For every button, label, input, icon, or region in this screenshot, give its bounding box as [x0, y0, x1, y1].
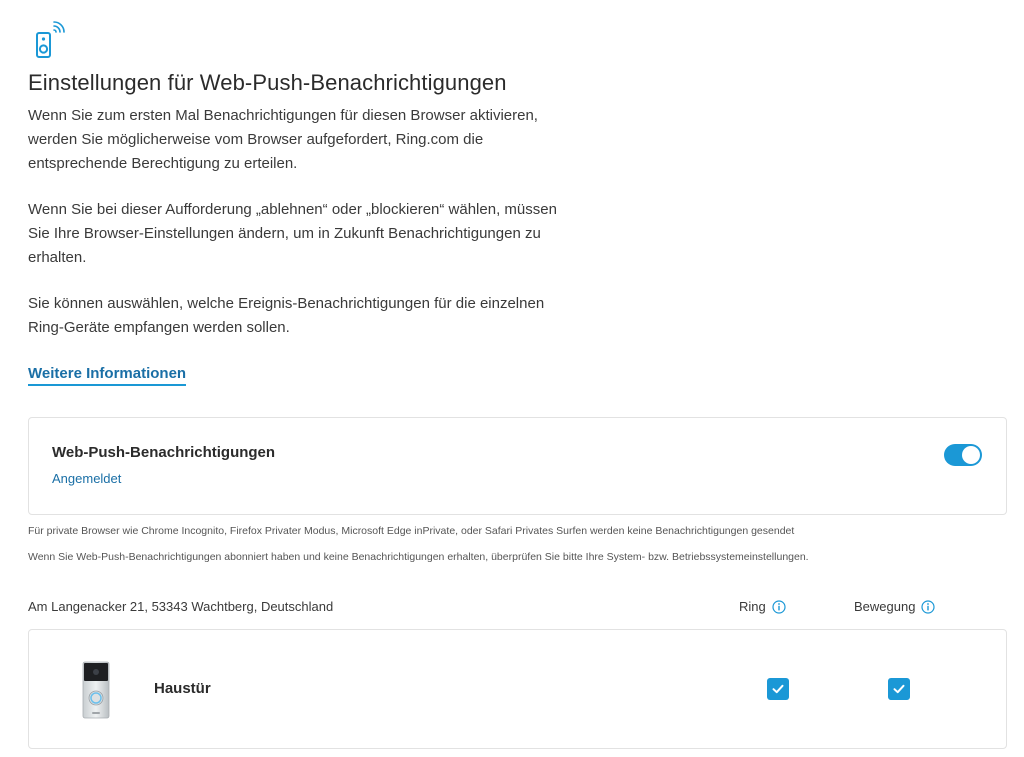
private-browser-note: Für private Browser wie Chrome Incognito… — [28, 525, 795, 537]
intro-paragraph-permission: Wenn Sie zum ersten Mal Benachrichtigung… — [28, 107, 538, 172]
column-header-motion: Bewegung — [854, 599, 936, 614]
toggle-knob — [962, 446, 980, 464]
more-info-link[interactable]: Weitere Informationen — [28, 365, 187, 386]
device-name: Haustür — [154, 680, 211, 697]
device-row: Haustür — [28, 629, 1007, 749]
column-motion-label: Bewegung — [854, 599, 916, 614]
ring-checkbox[interactable] — [767, 678, 789, 700]
web-push-status: Angemeldet — [52, 471, 122, 486]
doorbell-wifi-icon — [36, 20, 68, 60]
web-push-card: Web-Push-Benachrichtigungen Angemeldet — [28, 417, 1007, 515]
info-icon[interactable] — [772, 599, 786, 614]
troubleshoot-note: Wenn Sie Web-Push-Benachrichtigungen abo… — [28, 551, 809, 563]
checkmark-icon — [893, 684, 905, 694]
intro-paragraph-blocked: Wenn Sie bei dieser Aufforderung „ablehn… — [28, 201, 557, 266]
page-title: Einstellungen für Web-Push-Benachrichtig… — [28, 70, 507, 95]
web-push-title: Web-Push-Benachrichtigungen — [52, 444, 276, 461]
column-ring-label: Ring — [739, 599, 766, 614]
column-header-ring: Ring — [739, 599, 786, 614]
checkmark-icon — [772, 684, 784, 694]
motion-checkbox[interactable] — [888, 678, 910, 700]
intro-paragraph-selection: Sie können auswählen, welche Ereignis-Be… — [28, 295, 545, 336]
info-icon[interactable] — [921, 599, 936, 614]
doorbell-device-image — [80, 660, 112, 720]
location-address: Am Langenacker 21, 53343 Wachtberg, Deut… — [28, 599, 334, 614]
web-push-toggle[interactable] — [944, 444, 982, 466]
